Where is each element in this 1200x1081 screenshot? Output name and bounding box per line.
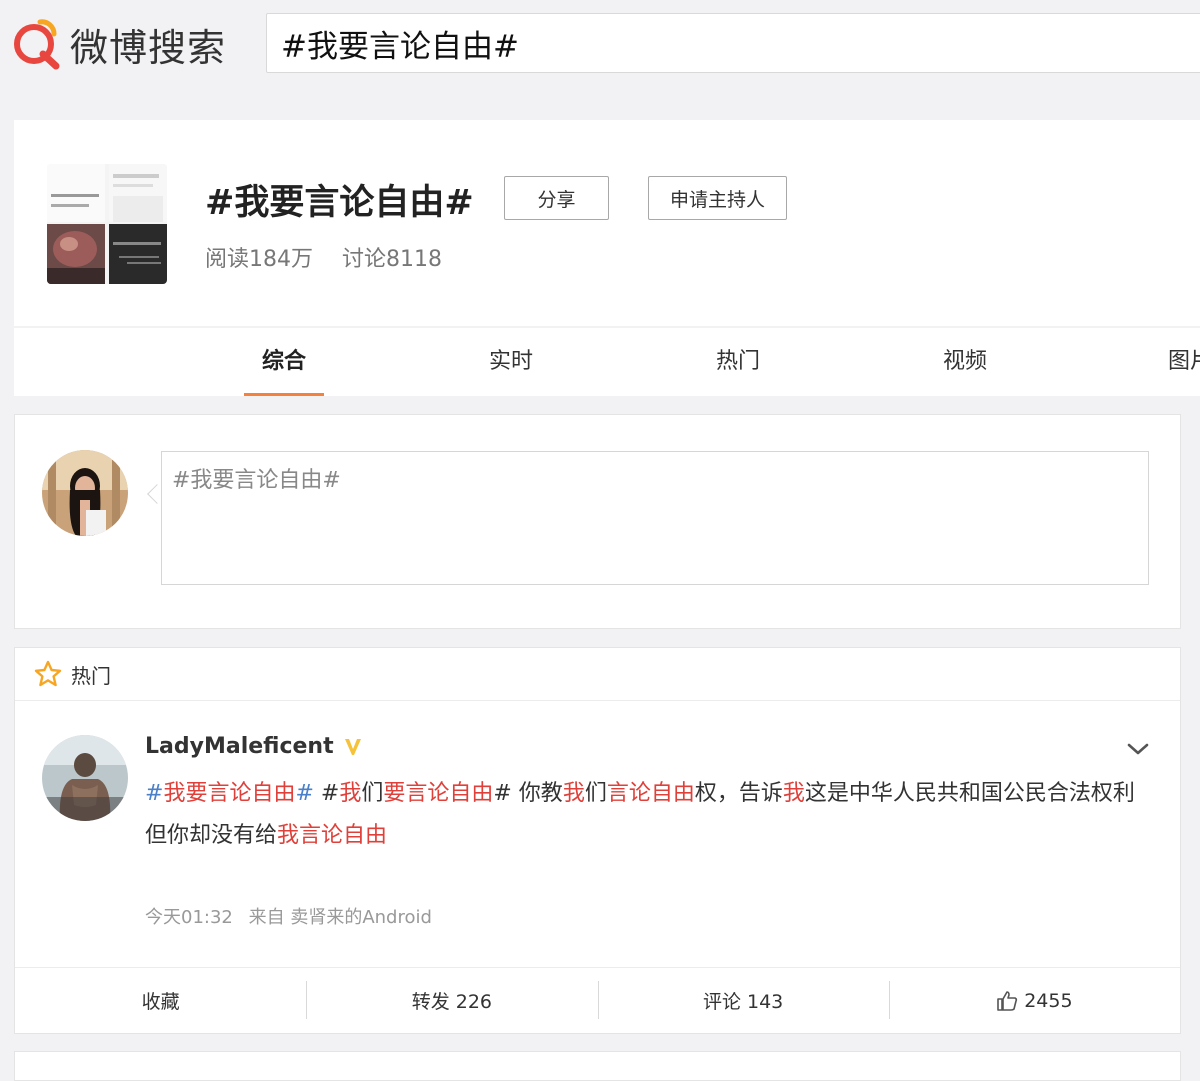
post-author-avatar[interactable] [42, 735, 128, 821]
post-content: #我要言论自由# #我们要言论自由# 你教我们言论自由权，告诉我这是中华人民共和… [145, 773, 1135, 857]
favorite-label: 收藏 [141, 991, 180, 1013]
post-text: 权，告诉 [694, 781, 783, 806]
logo-text: 微博搜索 [70, 25, 227, 70]
post-text: 但你却没有给 [145, 823, 278, 848]
tab-pictures[interactable]: 图片 [1152, 328, 1200, 396]
share-button[interactable]: 分享 [504, 176, 609, 220]
search-logo-icon [14, 19, 60, 70]
tab-video[interactable]: 视频 [925, 328, 1005, 396]
like-button[interactable]: 2455 [888, 968, 1180, 1033]
highlighted-keyword[interactable]: 我言论自由 [277, 823, 387, 848]
verified-v-icon [344, 738, 361, 755]
discussion-count: 讨论8118 [342, 247, 442, 272]
next-result-card [14, 1051, 1181, 1081]
highlighted-keyword[interactable]: 我 [783, 781, 805, 806]
composer-textarea[interactable]: #我要言论自由# [161, 451, 1149, 585]
highlighted-keyword[interactable]: 我 [563, 781, 585, 806]
post-author[interactable]: LadyMaleficent [145, 734, 364, 759]
post-meta: 今天01:32 来自 卖肾来的Android [145, 903, 442, 929]
post-author-name[interactable]: LadyMaleficent [145, 734, 334, 759]
topic-card: #我要言论自由# 分享 申请主持人 阅读184万 讨论8118 [14, 120, 1200, 326]
thumbs-up-icon [997, 990, 1018, 1011]
post-actions: 收藏 转发 226 评论 143 2455 [15, 967, 1180, 1033]
highlighted-keyword[interactable]: 我要言论自由 [163, 781, 295, 806]
highlighted-keyword[interactable]: 要言论自由 [383, 781, 493, 806]
post-author-avatar-image [42, 735, 128, 821]
tab-realtime[interactable]: 实时 [471, 328, 551, 396]
comment-label: 评论 143 [702, 991, 784, 1013]
topic-stats: 阅读184万 讨论8118 [205, 241, 464, 273]
topic-thumbnail[interactable] [47, 164, 167, 284]
header: 微博搜索 [0, 0, 1200, 100]
post-text: 这是中华人民共和国公民合法权利 [804, 781, 1135, 806]
post-composer: #我要言论自由# [14, 414, 1181, 629]
like-count: 2455 [1024, 989, 1073, 1012]
post-text: # [313, 781, 340, 806]
post-source: 来自 卖肾来的Android [248, 907, 432, 928]
topic-tag-marker[interactable]: # [295, 781, 313, 806]
hot-section-label: 热门 [71, 663, 111, 688]
tab-hot[interactable]: 热门 [698, 328, 778, 396]
comment-button[interactable]: 评论 143 [597, 968, 889, 1033]
post-text: # 你教 [493, 781, 563, 806]
hot-section: 热门 LadyMaleficent #我要言论自由# #我们要言论自由# 你教我… [14, 647, 1181, 1034]
chevron-down-icon[interactable] [1125, 740, 1151, 758]
post-text: 们 [584, 781, 607, 806]
user-avatar[interactable] [42, 450, 128, 536]
topic-thumbnail-image [47, 164, 167, 284]
highlighted-keyword[interactable]: 我 [339, 781, 361, 806]
favorite-button[interactable]: 收藏 [15, 968, 306, 1033]
search-tabs: 综合 实时 热门 视频 图片 [14, 328, 1200, 396]
highlighted-keyword[interactable]: 言论自由 [607, 781, 695, 806]
hot-section-header: 热门 [15, 648, 1180, 701]
star-icon [34, 660, 62, 687]
topic-tag-marker[interactable]: # [145, 781, 163, 806]
repost-label: 转发 226 [411, 991, 493, 1013]
apply-host-button[interactable]: 申请主持人 [648, 176, 787, 220]
post-text: 们 [361, 781, 384, 806]
topic-title: #我要言论自由# [205, 183, 474, 223]
search-box[interactable] [266, 13, 1200, 73]
search-input[interactable] [281, 25, 1181, 61]
tab-comprehensive[interactable]: 综合 [244, 328, 324, 396]
weibo-search-logo[interactable]: 微博搜索 [10, 14, 226, 74]
repost-button[interactable]: 转发 226 [306, 968, 597, 1033]
post-time[interactable]: 今天01:32 [145, 907, 233, 928]
user-avatar-image [42, 450, 128, 536]
read-count: 阅读184万 [205, 247, 313, 272]
